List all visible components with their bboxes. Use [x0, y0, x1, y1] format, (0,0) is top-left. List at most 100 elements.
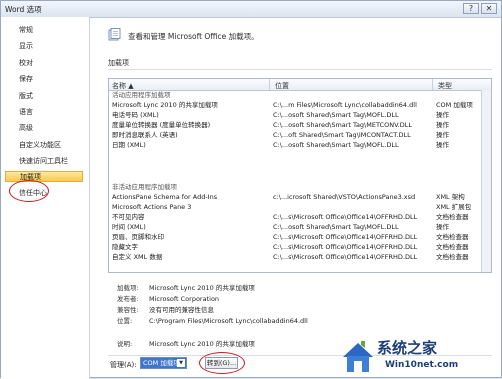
sidebar: 常规 显示 校对 保存 版式 语言 高级 自定义功能区 快速访问工具栏 加载项 …	[1, 17, 90, 379]
row-name: 日期 (XML)	[112, 141, 146, 149]
row-type: XML 扩展包	[436, 203, 472, 211]
table-row[interactable]: 页眉、页脚和水印 C:\...s\Microsoft Office\Office1…	[109, 233, 491, 242]
highlight-circle	[9, 180, 49, 202]
divider	[269, 79, 270, 90]
watermark-url: Win10net.com	[385, 360, 459, 370]
detail-value: C:\Program Files\Microsoft Lync\collabad…	[149, 317, 308, 325]
table-row[interactable]: 度量单位转换器 (度量单位转换器) C:\...osoft Shared\Smar…	[109, 121, 491, 130]
close-button[interactable]: ✕	[481, 3, 497, 14]
table-row[interactable]: ActionsPane Schema for Add-Ins c:\...icro…	[109, 193, 491, 202]
sidebar-item-advanced[interactable]: 高级	[5, 123, 83, 134]
chevron-down-icon: ▼	[177, 359, 185, 367]
column-header-type[interactable]: 类型	[438, 81, 452, 91]
table-row[interactable]: 日期 (XML) C:\...osoft Shared\Smart Tag\MOF…	[109, 141, 491, 150]
divider	[108, 69, 492, 70]
sidebar-item-ribbon[interactable]: 自定义功能区	[5, 140, 83, 151]
detail-value: 没有可用的兼容性信息	[149, 306, 214, 314]
section-title: 加载项	[108, 59, 129, 67]
row-name: 不可见内容	[112, 213, 145, 221]
row-location: C:\...s\Microsoft Office\Office14\OFFRHD…	[273, 213, 418, 221]
detail-label: 加载项:	[117, 284, 139, 292]
manage-select-value: COM 加载项	[143, 359, 180, 367]
manage-select[interactable]: COM 加载项 ▼	[140, 357, 187, 369]
sidebar-item-addins[interactable]: 加载项	[5, 171, 83, 182]
watermark-title: 系统之家	[377, 339, 438, 357]
detail-location: 位置: C:\Program Files\Microsoft Lync\colla…	[117, 315, 308, 325]
row-location: C:\...osoft Shared\Smart Tag\MOFL.DLL	[273, 141, 399, 149]
table-row[interactable]: Microsoft Actions Pane 3 XML 扩展包	[109, 203, 491, 212]
detail-addin: 加载项: Microsoft Lync 2010 的共享加载项	[117, 282, 255, 292]
row-type: 文档检查器	[436, 253, 469, 261]
watermark: 系统之家 Win10net.com	[341, 335, 501, 379]
row-type: 文档检查器	[436, 243, 469, 251]
sidebar-item-general[interactable]: 常规	[5, 25, 83, 36]
row-type: 操作	[436, 223, 449, 231]
group-label: 非活动应用程序加载项	[112, 183, 177, 191]
addins-table: 名称 ▲ 位置 类型 活动应用程序加载项 Microsoft Lync 2010…	[108, 78, 492, 273]
table-row[interactable]: 即时消息联系人 (英语) C:\...oft Shared\Smart Tag\I…	[109, 131, 491, 140]
row-location: C:\...s\Microsoft Office\Office14\OFFRHD…	[273, 253, 418, 261]
row-location: C:\...osoft Shared\Smart Tag\METCONV.DLL	[273, 121, 412, 129]
table-row[interactable]: 自定义 XML 数据 C:\...s\Microsoft Office\Offic…	[109, 253, 491, 262]
sidebar-item-save[interactable]: 保存	[5, 74, 83, 85]
row-name: 即时消息联系人 (英语)	[112, 131, 178, 139]
column-header-location[interactable]: 位置	[275, 81, 289, 91]
sidebar-item-quick-access[interactable]: 快速访问工具栏	[5, 156, 83, 167]
row-name: 页眉、页脚和水印	[112, 233, 164, 241]
row-name: 电话号码 (XML)	[112, 111, 159, 119]
row-type: 文档检查器	[436, 233, 469, 241]
row-name: ActionsPane Schema for Add-Ins	[112, 193, 218, 201]
addins-icon	[108, 28, 121, 41]
page-title: 查看和管理 Microsoft Office 加载项。	[128, 32, 259, 41]
row-location: C:\...osoft Shared\Smart Tag\MOFL.DLL	[273, 223, 399, 231]
row-name: 自定义 XML 数据	[112, 253, 163, 261]
row-type: XML 架构	[436, 193, 465, 201]
sidebar-item-language[interactable]: 语言	[5, 107, 83, 118]
detail-label: 说明:	[117, 340, 133, 348]
table-row[interactable]: Microsoft Lync 2010 的共享加载项 C:\...m Files\…	[109, 101, 491, 110]
detail-compatibility: 兼容性: 没有可用的兼容性信息	[117, 304, 214, 314]
row-type: 操作	[436, 111, 449, 119]
table-row[interactable]: 电话号码 (XML) C:\...osoft Shared\Smart Tag\M…	[109, 111, 491, 120]
detail-label: 兼容性:	[117, 306, 139, 314]
table-row[interactable]: 隐藏文字 C:\...s\Microsoft Office\Office14\OF…	[109, 243, 491, 252]
sidebar-item-display[interactable]: 显示	[5, 41, 83, 52]
group-label: 活动应用程序加载项	[112, 91, 171, 99]
sidebar-item-layout[interactable]: 版式	[5, 91, 83, 102]
house-logo-icon	[343, 341, 373, 372]
divider	[432, 79, 433, 90]
row-type: COM 加载项	[436, 101, 473, 109]
column-header-name[interactable]: 名称 ▲	[112, 81, 134, 91]
table-header: 名称 ▲ 位置 类型	[109, 79, 491, 91]
vertical-scrollbar[interactable]	[481, 90, 491, 272]
sidebar-item-proofing[interactable]: 校对	[5, 58, 83, 69]
row-name: Microsoft Actions Pane 3	[112, 203, 192, 211]
row-location: c:\...icrosoft Shared\VSTO\ActionsPane3.…	[273, 193, 416, 201]
row-name: Microsoft Lync 2010 的共享加载项	[112, 101, 218, 109]
row-location: C:\...osoft Shared\Smart Tag\MOFL.DLL	[273, 111, 399, 119]
row-name: 隐藏文字	[112, 243, 138, 251]
row-location: C:\...m Files\Microsoft Lync\collabaddin…	[273, 101, 417, 109]
row-location: C:\...s\Microsoft Office\Office14\OFFRHD…	[273, 243, 418, 251]
detail-value: Microsoft Lync 2010 的共享加载项	[149, 284, 255, 292]
detail-value: Microsoft Corporation	[149, 295, 220, 303]
group-header: 活动应用程序加载项	[109, 91, 491, 100]
detail-publisher: 发布者: Microsoft Corporation	[117, 293, 219, 303]
help-button[interactable]: ?	[463, 3, 479, 14]
row-location: C:\...oft Shared\Smart Tag\IMCONTACT.DLL	[273, 131, 411, 139]
row-location: C:\...s\Microsoft Office\Office14\OFFRHD…	[273, 233, 418, 241]
row-type: 操作	[436, 121, 449, 129]
table-row[interactable]: 时间 (XML) C:\...osoft Shared\Smart Tag\MOF…	[109, 223, 491, 232]
group-header: 非活动应用程序加载项	[109, 183, 491, 192]
title-bar: Word 选项 ? ✕	[1, 1, 501, 18]
detail-label: 发布者:	[117, 295, 139, 303]
table-row[interactable]: 不可见内容 C:\...s\Microsoft Office\Office14\O…	[109, 213, 491, 222]
main-content: 查看和管理 Microsoft Office 加载项。 加载项 名称 ▲ 位置 …	[90, 17, 501, 379]
highlight-circle	[199, 352, 245, 374]
options-window: Word 选项 ? ✕ 常规 显示 校对 保存 版式 语言 高级 自定义功能区 …	[0, 0, 502, 379]
table-row[interactable]	[109, 263, 491, 272]
row-type: 操作	[436, 141, 449, 149]
detail-label: 位置:	[117, 317, 133, 325]
row-name: 时间 (XML)	[112, 223, 146, 231]
